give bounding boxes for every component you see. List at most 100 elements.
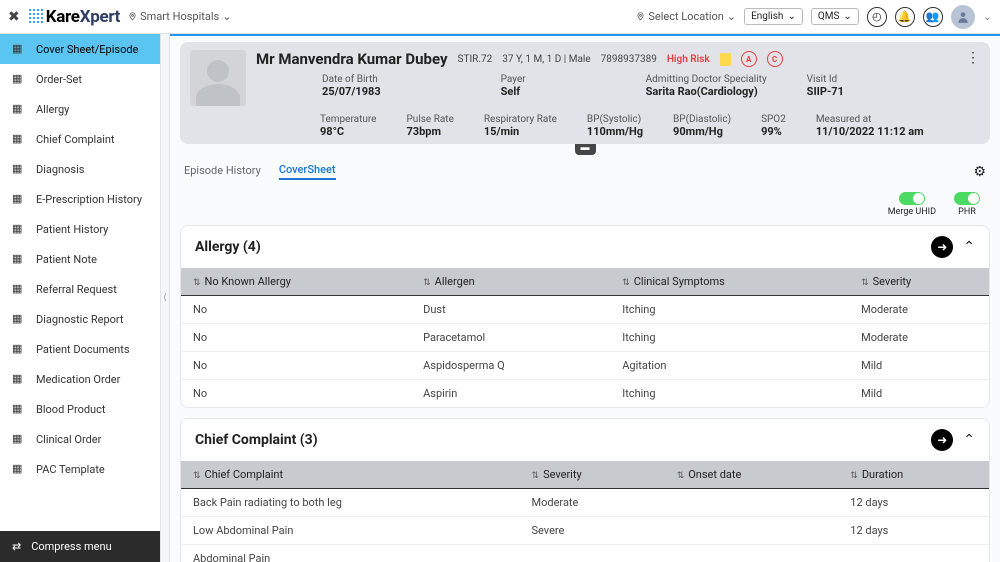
table-cell: Severe xyxy=(520,517,665,545)
tab-coversheet[interactable]: CoverSheet xyxy=(279,163,336,180)
chevron-down-icon[interactable]: ⌄ xyxy=(983,10,992,23)
vital-value: 11/10/2022 11:12 am xyxy=(816,125,924,138)
column-header[interactable]: ⇅Chief Complaint xyxy=(181,461,520,489)
column-header[interactable]: ⇅No Known Allergy xyxy=(181,268,411,296)
tab-episode-history[interactable]: Episode History xyxy=(184,164,261,179)
column-header[interactable]: ⇅Duration xyxy=(838,461,989,489)
vital-value: 99% xyxy=(761,125,786,138)
table-row[interactable]: Back Pain radiating to both legModerate1… xyxy=(181,489,989,517)
location-selector[interactable]: Select Location ⌄ xyxy=(636,10,736,23)
main-content: ⋮ Mr Manvendra Kumar Dubey STIR.72 37 Y,… xyxy=(170,34,1000,562)
patient-header: ⋮ Mr Manvendra Kumar Dubey STIR.72 37 Y,… xyxy=(180,42,990,144)
group-icon[interactable]: 👥 xyxy=(923,7,943,27)
sidebar-item-label: Medication Order xyxy=(36,373,120,386)
resize-handle[interactable]: ⟨ xyxy=(160,34,170,562)
sidebar-item-patient-documents[interactable]: ▦Patient Documents xyxy=(0,334,160,364)
vital-label: Pulse Rate xyxy=(407,114,454,125)
column-header[interactable]: ⇅Allergen xyxy=(411,268,610,296)
patient-name: Mr Manvendra Kumar Dubey xyxy=(256,50,448,68)
close-icon[interactable]: ✖ xyxy=(8,9,20,25)
vital-label: Respiratory Rate xyxy=(484,114,557,125)
vital-label: BP(Diastolic) xyxy=(673,114,731,125)
sidebar-item-label: Blood Product xyxy=(36,403,105,416)
sidebar-item-blood-product[interactable]: ▦ Blood Product xyxy=(0,394,160,424)
qms-selector[interactable]: QMS⌄ xyxy=(811,8,859,25)
sidebar-item-allergy[interactable]: ▦Allergy xyxy=(0,94,160,124)
sidebar-item-label: Allergy xyxy=(36,103,69,116)
sidebar-item-label: Diagnostic Report xyxy=(36,313,124,326)
column-header[interactable]: ⇅Severity xyxy=(849,268,989,296)
table-row[interactable]: NoAspirinItchingMild xyxy=(181,380,989,408)
sidebar-item-label: E-Prescription History xyxy=(36,193,142,206)
allergy-table: ⇅No Known Allergy⇅Allergen⇅Clinical Symp… xyxy=(181,268,989,407)
table-row[interactable]: Low Abdominal PainSevere12 days xyxy=(181,517,989,545)
dob-label: Date of Birth xyxy=(322,74,381,85)
sidebar-item-pac-template[interactable]: ▦PAC Template xyxy=(0,454,160,484)
merge-uhid-toggle[interactable] xyxy=(899,192,925,205)
referral-icon: ▦ xyxy=(12,282,26,296)
collapse-header-icon[interactable]: ▬ xyxy=(575,143,596,155)
sidebar-item-label: Patient Note xyxy=(36,253,97,266)
complaint-title: Chief Complaint (3) xyxy=(195,432,318,448)
hospital-selector[interactable]: Smart Hospitals ⌄ xyxy=(128,10,231,23)
table-cell xyxy=(520,545,665,562)
sidebar-item-e-prescription-history[interactable]: ▦E-Prescription History xyxy=(0,184,160,214)
table-row[interactable]: Abdominal Pain xyxy=(181,545,989,562)
table-cell xyxy=(665,489,839,517)
table-cell: Aspirin xyxy=(411,380,610,408)
language-selector[interactable]: English⌄ xyxy=(744,8,803,25)
sidebar-item-cover-sheet-episode[interactable]: ▦Cover Sheet/Episode xyxy=(0,34,160,64)
table-cell: Agitation xyxy=(610,352,849,380)
logo: KareXpert xyxy=(28,7,120,27)
sidebar-item-label: PAC Template xyxy=(36,463,105,476)
blood-icon: ▦ xyxy=(12,402,26,416)
doctor-value: Sarita Rao(Cardiology) xyxy=(646,85,767,98)
vital-measured-at: Measured at11/10/2022 11:12 am xyxy=(816,114,924,138)
pin-icon xyxy=(128,12,137,21)
gear-icon[interactable]: ⚙ xyxy=(973,164,986,180)
language-label: English xyxy=(751,11,783,22)
table-cell: Low Abdominal Pain xyxy=(181,517,520,545)
vital-label: BP(Systolic) xyxy=(587,114,643,125)
sort-icon: ⇅ xyxy=(193,471,201,481)
compress-menu[interactable]: ⇄ Compress menu xyxy=(0,531,160,562)
go-arrow-icon[interactable]: ➜ xyxy=(931,429,953,451)
sidebar-item-patient-note[interactable]: ▦ Patient Note xyxy=(0,244,160,274)
sidebar-item-diagnosis[interactable]: ▦Diagnosis xyxy=(0,154,160,184)
collapse-icon[interactable]: ⌃ xyxy=(963,239,975,255)
more-menu-icon[interactable]: ⋮ xyxy=(966,50,980,66)
sort-icon: ⇅ xyxy=(193,278,201,288)
go-arrow-icon[interactable]: ➜ xyxy=(931,236,953,258)
sidebar-item-medication-order[interactable]: ▦Medication Order xyxy=(0,364,160,394)
sidebar-item-referral-request[interactable]: ▦Referral Request xyxy=(0,274,160,304)
table-row[interactable]: NoAspidosperma QAgitationMild xyxy=(181,352,989,380)
sidebar-item-patient-history[interactable]: ▦Patient History xyxy=(0,214,160,244)
pin-icon xyxy=(636,12,645,21)
vital-bp-systolic-: BP(Systolic)110mm/Hg xyxy=(587,114,643,138)
table-cell xyxy=(665,545,839,562)
complaint-table: ⇅Chief Complaint⇅Severity⇅Onset date⇅Dur… xyxy=(181,461,989,562)
column-header[interactable]: ⇅Onset date xyxy=(665,461,839,489)
document-icon[interactable] xyxy=(720,53,731,66)
sidebar-item-order-set[interactable]: ▦Order-Set xyxy=(0,64,160,94)
collapse-icon[interactable]: ⌃ xyxy=(963,432,975,448)
qms-label: QMS xyxy=(818,11,840,22)
payer-label: Payer xyxy=(501,74,526,85)
badge-c[interactable]: C xyxy=(767,51,783,67)
bell-icon[interactable]: 🔔 xyxy=(895,7,915,27)
sidebar-item-diagnostic-report[interactable]: ▦Diagnostic Report xyxy=(0,304,160,334)
chevron-down-icon: ⌄ xyxy=(843,11,851,22)
sidebar-item-clinical-order[interactable]: ▦Clinical Order xyxy=(0,424,160,454)
table-cell: No xyxy=(181,380,411,408)
table-row[interactable]: NoParacetamolItchingModerate xyxy=(181,324,989,352)
phr-toggle[interactable] xyxy=(954,192,980,205)
column-header[interactable]: ⇅Clinical Symptoms xyxy=(610,268,849,296)
column-header[interactable]: ⇅Severity xyxy=(520,461,665,489)
sidebar-item-chief-complaint[interactable]: ▦Chief Complaint xyxy=(0,124,160,154)
badge-a[interactable]: A xyxy=(741,51,757,67)
visit-value: SIIP-71 xyxy=(807,85,844,98)
table-row[interactable]: NoDustItchingModerate xyxy=(181,296,989,324)
user-avatar[interactable] xyxy=(951,5,975,29)
note-icon: ▦ xyxy=(12,252,26,266)
timer-icon[interactable]: ◴ xyxy=(867,7,887,27)
